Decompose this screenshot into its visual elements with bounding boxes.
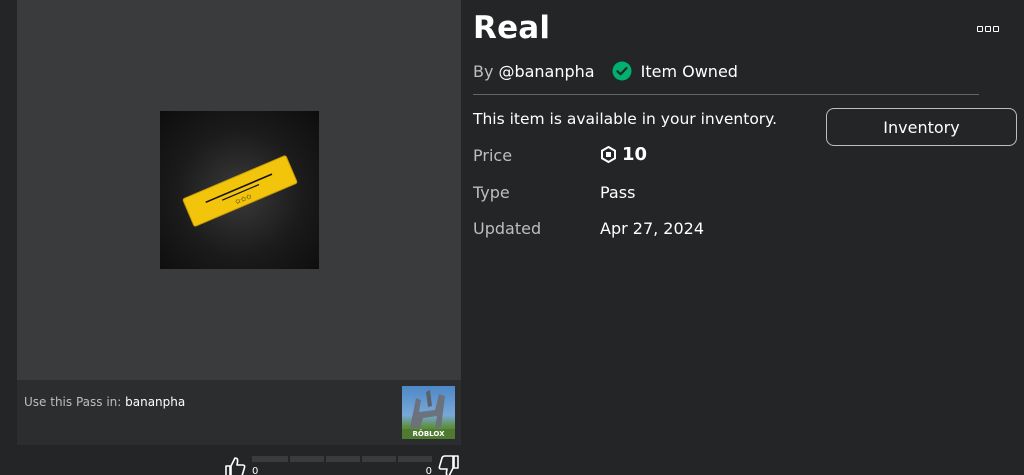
creator-link[interactable]: @bananpha xyxy=(498,62,594,81)
robux-icon xyxy=(600,146,617,163)
updated-value: Apr 27, 2024 xyxy=(600,219,705,238)
use-pass-label: Use this Pass in: xyxy=(24,395,122,409)
type-value: Pass xyxy=(600,183,636,202)
thumbs-up-icon[interactable] xyxy=(222,454,248,475)
divider xyxy=(473,94,979,95)
vote-section: 0 0 xyxy=(222,452,462,475)
upvote-count: 0 xyxy=(252,466,259,475)
place-link[interactable]: bananpha xyxy=(125,395,185,409)
place-thumbnail[interactable]: RŌBLOX xyxy=(402,386,455,439)
price-value: 10 xyxy=(600,144,647,165)
type-label: Type xyxy=(473,183,510,202)
vote-ratio-bar xyxy=(252,456,432,462)
price-amount: 10 xyxy=(622,144,648,165)
more-options-icon[interactable] xyxy=(977,26,999,34)
item-title: Real xyxy=(473,10,551,46)
inventory-button[interactable]: Inventory xyxy=(826,108,1017,146)
pass-thumbnail-image: ✩✩✩ xyxy=(160,111,319,269)
use-pass-in-text: Use this Pass in: bananpha xyxy=(24,395,185,409)
price-label: Price xyxy=(473,146,513,165)
item-byline: By @bananpha Item Owned xyxy=(473,60,738,82)
item-thumbnail-panel: ✩✩✩ xyxy=(17,0,461,380)
thumbs-down-icon[interactable] xyxy=(436,454,462,475)
roblox-brand-text: RŌBLOX xyxy=(413,429,446,438)
updated-label: Updated xyxy=(473,219,542,238)
item-owned-label: Item Owned xyxy=(640,61,738,81)
availability-text: This item is available in your inventory… xyxy=(473,110,778,128)
downvote-count: 0 xyxy=(425,466,432,475)
ticket-icon: ✩✩✩ xyxy=(182,155,298,227)
by-label: By xyxy=(473,61,494,81)
check-circle-icon xyxy=(612,61,632,81)
item-details-page: ✩✩✩ Use this Pass in: bananpha RŌBLOX 0 … xyxy=(0,0,1024,475)
used-in-place-bar: Use this Pass in: bananpha RŌBLOX xyxy=(17,380,461,445)
